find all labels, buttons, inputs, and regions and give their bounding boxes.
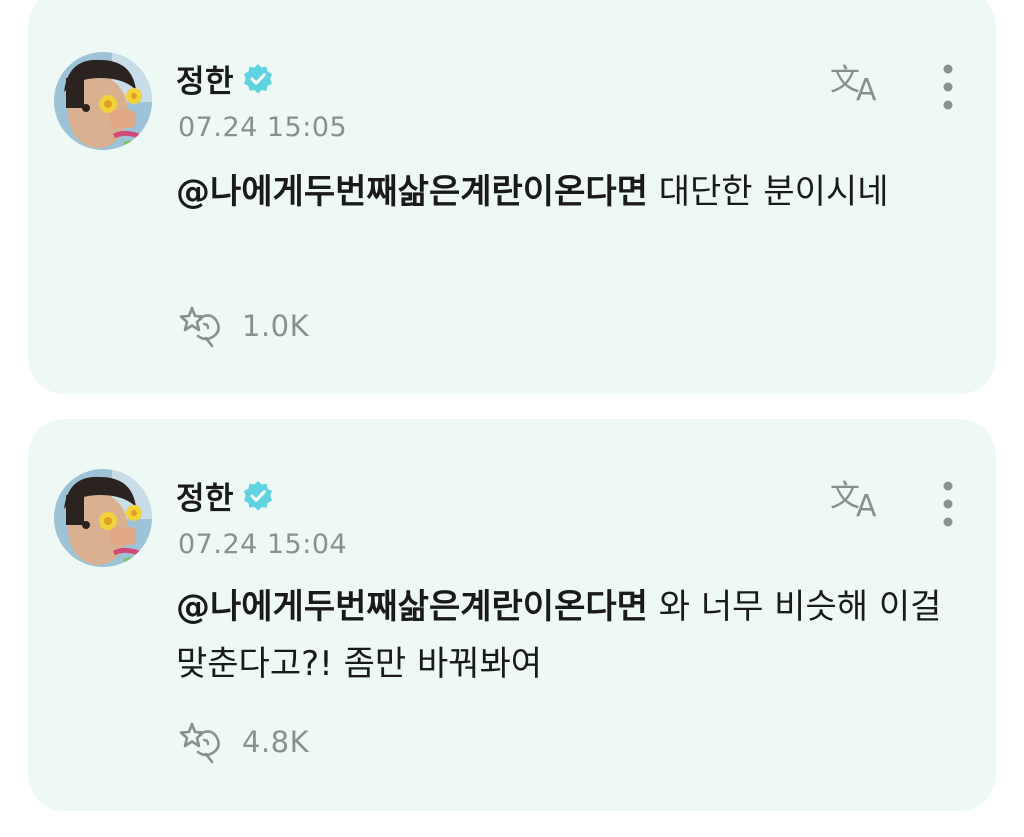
mention-link[interactable]: @나에게두번째삶은계란이온다면 <box>176 172 648 212</box>
reaction-button[interactable]: 4.8K <box>176 720 309 764</box>
mention-link[interactable]: @나에게두번째삶은계란이온다면 <box>176 587 648 627</box>
author-row: 정한 <box>176 473 274 518</box>
more-vertical-icon[interactable] <box>934 62 962 112</box>
translate-icon[interactable]: 文 A <box>830 60 888 104</box>
avatar[interactable] <box>54 52 152 150</box>
comment-feed: 정한 07.24 15:05 文 A @나에게두번째삶은계란이온다면 대단한 분… <box>0 0 1024 837</box>
author-name[interactable]: 정한 <box>176 56 234 101</box>
author-name[interactable]: 정한 <box>176 473 234 518</box>
more-vertical-icon[interactable] <box>934 479 962 529</box>
svg-text:A: A <box>856 489 877 520</box>
translate-icon[interactable]: 文 A <box>830 476 888 520</box>
timestamp: 07.24 15:04 <box>178 529 348 560</box>
comment-text: @나에게두번째삶은계란이온다면 대단한 분이시네 <box>176 164 966 221</box>
reaction-count: 1.0K <box>242 309 310 343</box>
comment-message: 대단한 분이시네 <box>647 172 889 212</box>
author-row: 정한 <box>176 56 274 101</box>
reaction-count: 4.8K <box>242 725 310 759</box>
verified-badge-icon <box>244 480 273 511</box>
timestamp: 07.24 15:05 <box>178 112 348 143</box>
reaction-button[interactable]: 1.0K <box>176 304 309 348</box>
comment-card[interactable]: 정한 07.24 15:04 文 A @나에게두번째삶은계란이온다면 와 너무 … <box>28 419 996 811</box>
comment-card[interactable]: 정한 07.24 15:05 文 A @나에게두번째삶은계란이온다면 대단한 분… <box>28 0 996 394</box>
reaction-icon <box>179 722 220 764</box>
reaction-icon <box>179 306 220 348</box>
comment-text: @나에게두번째삶은계란이온다면 와 너무 비슷해 이걸 맞춘다고?! 좀만 바꿔… <box>176 579 966 693</box>
verified-badge-icon <box>244 63 273 94</box>
svg-text:A: A <box>856 73 877 104</box>
avatar[interactable] <box>54 469 152 567</box>
